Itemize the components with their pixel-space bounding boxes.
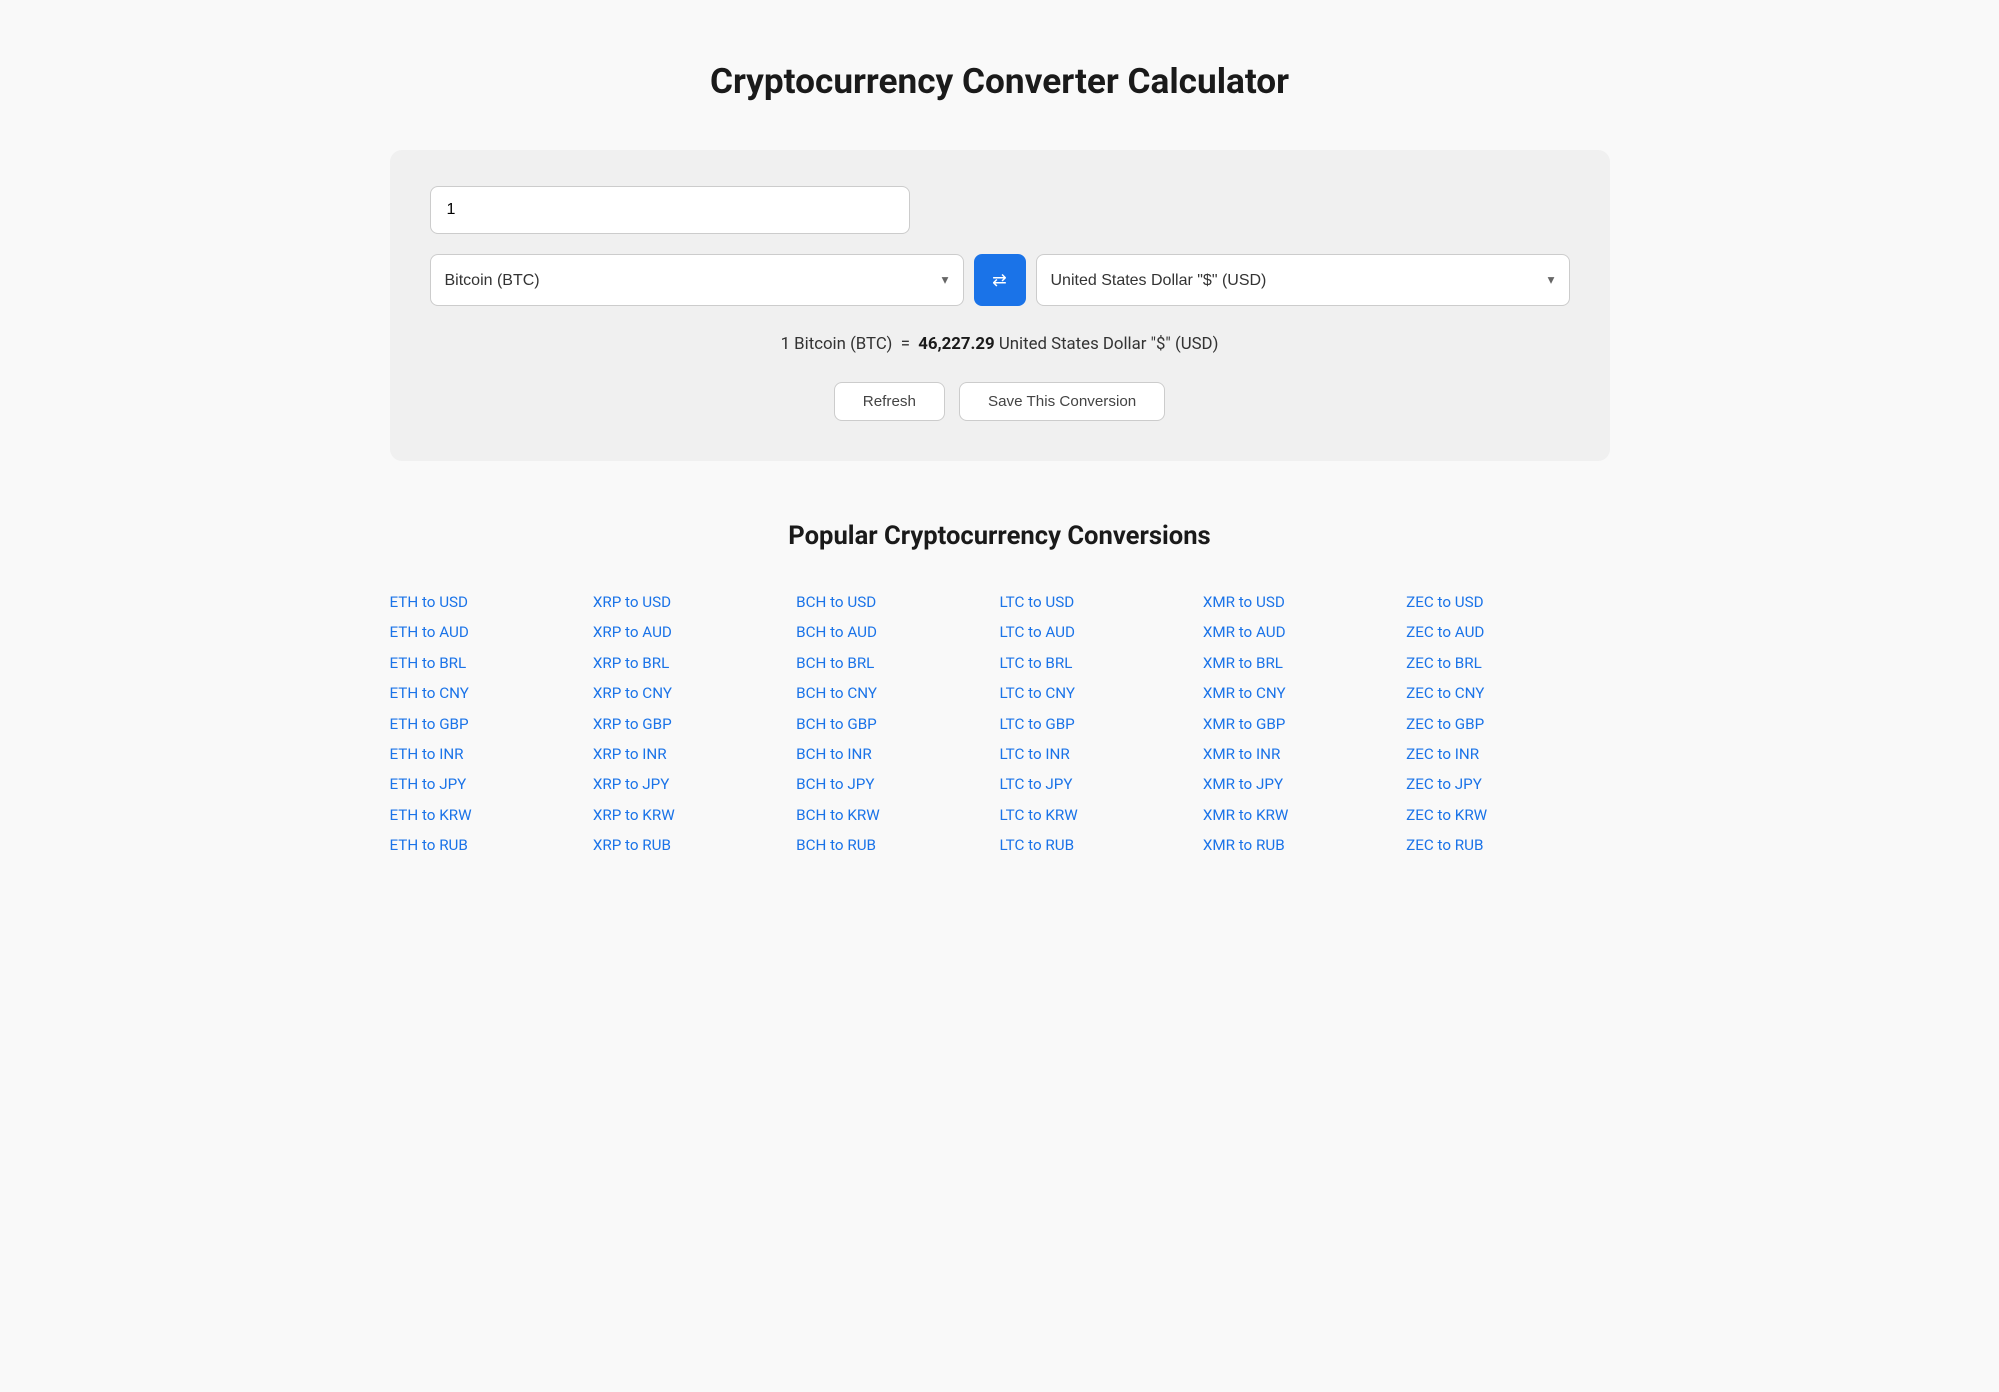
conversion-link[interactable]: XMR to INR (1203, 745, 1280, 763)
conversion-link[interactable]: ZEC to RUB (1406, 836, 1483, 854)
conversion-link[interactable]: ETH to AUD (390, 623, 469, 641)
conversion-link[interactable]: BCH to INR (796, 745, 872, 763)
conversion-link[interactable]: XMR to AUD (1203, 623, 1286, 641)
conversion-link[interactable]: LTC to KRW (999, 806, 1077, 824)
conversion-link[interactable]: LTC to GBP (999, 715, 1074, 733)
conversion-link[interactable]: XMR to GBP (1203, 715, 1286, 733)
from-currency-dropdown[interactable]: Bitcoin (BTC) ▾ (430, 254, 964, 306)
to-currency-dropdown[interactable]: United States Dollar "$" (USD) ▾ (1036, 254, 1570, 306)
conversion-link[interactable]: BCH to CNY (796, 684, 877, 702)
conversion-link[interactable]: XRP to AUD (593, 623, 672, 641)
conversion-link[interactable]: ETH to BRL (390, 654, 467, 672)
conversion-link[interactable]: XRP to USD (593, 593, 671, 611)
conversion-column-1: XRP to USD XRP to AUD XRP to BRL XRP to CNY… (593, 587, 796, 861)
conversion-link[interactable]: ETH to GBP (390, 715, 469, 733)
refresh-button[interactable]: Refresh (834, 382, 945, 421)
conversion-link[interactable]: XRP to JPY (593, 775, 670, 793)
conversion-link[interactable]: LTC to BRL (999, 654, 1072, 672)
conversion-link[interactable]: ETH to RUB (390, 836, 468, 854)
dropdowns-row: Bitcoin (BTC) ▾ ⇄ United States Dollar "… (430, 254, 1570, 306)
conversion-link[interactable]: XMR to USD (1203, 593, 1285, 611)
conversion-link[interactable]: BCH to BRL (796, 654, 874, 672)
swap-button[interactable]: ⇄ (974, 254, 1026, 306)
conversion-link[interactable]: XRP to INR (593, 745, 667, 763)
conversion-link[interactable]: ZEC to INR (1406, 745, 1479, 763)
conversion-link[interactable]: BCH to AUD (796, 623, 877, 641)
conversion-link[interactable]: LTC to CNY (999, 684, 1075, 702)
conversion-link[interactable]: ZEC to USD (1406, 593, 1483, 611)
conversion-link[interactable]: XMR to JPY (1203, 775, 1283, 793)
result-from-text: 1 Bitcoin (BTC) (781, 334, 893, 354)
conversion-link[interactable]: ZEC to CNY (1406, 684, 1484, 702)
conversion-link[interactable]: LTC to AUD (999, 623, 1075, 641)
result-unit: United States Dollar "$" (USD) (999, 334, 1219, 354)
conversion-link[interactable]: BCH to USD (796, 593, 876, 611)
conversion-link[interactable]: XRP to GBP (593, 715, 672, 733)
conversion-column-2: BCH to USD BCH to AUD BCH to BRL BCH to CNY… (796, 587, 999, 861)
conversion-link[interactable]: ZEC to KRW (1406, 806, 1487, 824)
conversion-link[interactable]: ZEC to AUD (1406, 623, 1484, 641)
conversion-link[interactable]: ETH to KRW (390, 806, 472, 824)
conversion-link[interactable]: XRP to KRW (593, 806, 675, 824)
popular-section: Popular Cryptocurrency Conversions ETH t… (390, 521, 1610, 861)
conversion-link[interactable]: XMR to KRW (1203, 806, 1289, 824)
conversion-link[interactable]: ETH to USD (390, 593, 469, 611)
conversion-link[interactable]: XRP to CNY (593, 684, 672, 702)
action-buttons: Refresh Save This Conversion (430, 382, 1570, 421)
result-equals: = (897, 334, 919, 354)
conversion-link[interactable]: LTC to USD (999, 593, 1074, 611)
conversion-link[interactable]: ETH to INR (390, 745, 464, 763)
conversion-column-4: XMR to USD XMR to AUD XMR to BRL XMR to CNY… (1203, 587, 1406, 861)
conversion-link[interactable]: XMR to RUB (1203, 836, 1285, 854)
conversion-column-3: LTC to USD LTC to AUD LTC to BRL LTC to CNY… (999, 587, 1202, 861)
conversion-link[interactable]: ETH to CNY (390, 684, 469, 702)
swap-icon: ⇄ (992, 270, 1007, 291)
page-title: Cryptocurrency Converter Calculator (390, 60, 1610, 102)
conversion-link[interactable]: BCH to JPY (796, 775, 874, 793)
save-conversion-button[interactable]: Save This Conversion (959, 382, 1165, 421)
conversion-link[interactable]: LTC to INR (999, 745, 1069, 763)
conversion-link[interactable]: LTC to RUB (999, 836, 1074, 854)
conversion-link[interactable]: ZEC to JPY (1406, 775, 1482, 793)
conversion-column-0: ETH to USD ETH to AUD ETH to BRL ETH to CNY… (390, 587, 593, 861)
conversion-link[interactable]: BCH to KRW (796, 806, 880, 824)
conversion-link[interactable]: LTC to JPY (999, 775, 1072, 793)
conversion-link[interactable]: XMR to BRL (1203, 654, 1283, 672)
conversion-link[interactable]: XMR to CNY (1203, 684, 1286, 702)
conversion-link[interactable]: ETH to JPY (390, 775, 467, 793)
conversion-link[interactable]: BCH to RUB (796, 836, 876, 854)
result-row: 1 Bitcoin (BTC) = 46,227.29 United State… (430, 334, 1570, 354)
conversion-link[interactable]: BCH to GBP (796, 715, 877, 733)
conversions-grid: ETH to USD ETH to AUD ETH to BRL ETH to CNY… (390, 587, 1610, 861)
conversion-link[interactable]: ZEC to GBP (1406, 715, 1484, 733)
converter-card: Bitcoin (BTC) ▾ ⇄ United States Dollar "… (390, 150, 1610, 461)
result-value: 46,227.29 (918, 334, 994, 354)
conversion-column-5: ZEC to USD ZEC to AUD ZEC to BRL ZEC to CNY… (1406, 587, 1609, 861)
conversion-link[interactable]: XRP to RUB (593, 836, 671, 854)
amount-input[interactable] (430, 186, 910, 234)
conversion-link[interactable]: XRP to BRL (593, 654, 669, 672)
popular-title: Popular Cryptocurrency Conversions (390, 521, 1610, 551)
to-currency-select[interactable]: United States Dollar "$" (USD) (1051, 272, 1555, 289)
from-currency-select[interactable]: Bitcoin (BTC) (445, 272, 949, 289)
conversion-link[interactable]: ZEC to BRL (1406, 654, 1482, 672)
